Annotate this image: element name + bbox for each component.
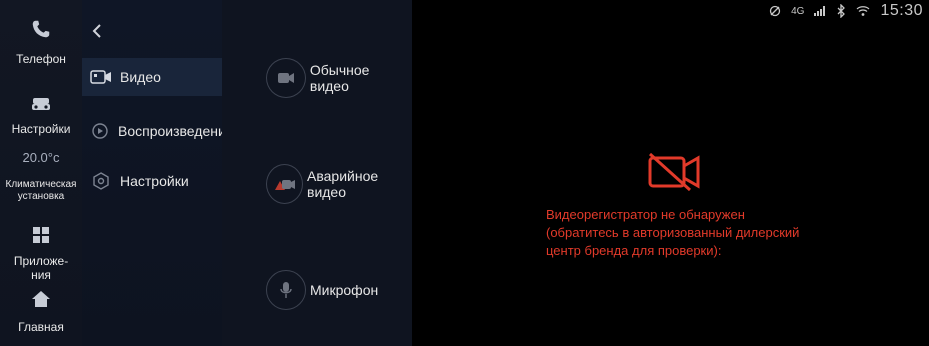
cellular-signal-icon xyxy=(814,6,826,16)
mode-label: Микрофон xyxy=(310,282,379,298)
clock: 15:30 xyxy=(880,2,923,19)
status-bar: 4G 15:30 xyxy=(769,2,923,20)
dashcam-menu: Видео Воспроизведение Настройки xyxy=(82,0,234,346)
mode-label: Аварийное видео xyxy=(307,168,379,200)
back-chevron-icon[interactable] xyxy=(88,22,106,40)
menu-item-label: Видео xyxy=(120,69,161,85)
recording-modes: Обычное видео Аварийное видео Микрофон xyxy=(222,0,412,346)
climate-shortcut[interactable]: 20.0°c Климатическая установка xyxy=(0,150,82,203)
home-icon xyxy=(32,291,50,307)
error-line-3: центр бренда для проверки): xyxy=(546,243,722,258)
mode-emergency-video[interactable]: Аварийное видео xyxy=(266,164,412,204)
apps-label-line2: ния xyxy=(31,268,51,282)
settings-shortcut[interactable]: Настройки xyxy=(0,92,82,136)
menu-item-label: Настройки xyxy=(120,173,189,189)
menu-item-playback[interactable]: Воспроизведение xyxy=(82,112,234,150)
home-label: Главная xyxy=(18,320,64,334)
climate-label-line1: Климатическая xyxy=(5,179,77,190)
playback-icon xyxy=(90,122,110,140)
apps-shortcut[interactable]: Приложе- ния xyxy=(0,226,82,282)
error-line-2: (обратитесь в авторизованный дилерский xyxy=(546,225,800,240)
camera-off-icon xyxy=(648,152,700,192)
temperature-value: 20.0°c xyxy=(22,150,60,165)
apps-grid-icon xyxy=(33,227,49,243)
error-line-1: Видеорегистратор не обнаружен xyxy=(546,207,745,222)
video-preview-area: 4G 15:30 Видеорегистратор не обнаружен (… xyxy=(412,0,929,346)
error-message: Видеорегистратор не обнаружен (обратитес… xyxy=(546,206,846,260)
video-camera-icon xyxy=(90,68,112,86)
signal-hidden-icon xyxy=(769,5,781,17)
mode-label: Обычное видео xyxy=(309,62,370,94)
apps-label-line1: Приложе- xyxy=(13,254,69,268)
menu-item-video[interactable]: Видео xyxy=(82,58,222,96)
mode-microphone[interactable]: Микрофон xyxy=(266,270,378,310)
mode-normal-video[interactable]: Обычное видео xyxy=(266,58,412,98)
left-rail: Телефон Настройки 20.0°c Климатическая у… xyxy=(0,0,82,346)
climate-label-line2: установка xyxy=(17,191,65,202)
wifi-icon xyxy=(857,6,870,16)
phone-icon xyxy=(32,20,50,38)
settings-label: Настройки xyxy=(11,122,71,136)
microphone-icon xyxy=(266,270,306,310)
gear-icon xyxy=(90,172,112,190)
phone-shortcut[interactable]: Телефон xyxy=(0,18,82,66)
emergency-video-icon xyxy=(266,164,303,204)
car-icon xyxy=(32,98,50,110)
network-type: 4G xyxy=(791,5,805,17)
phone-label: Телефон xyxy=(16,52,66,66)
home-shortcut[interactable]: Главная xyxy=(0,290,82,334)
menu-item-label: Воспроизведение xyxy=(118,123,234,139)
normal-video-icon xyxy=(266,58,306,98)
bluetooth-icon xyxy=(837,4,846,18)
menu-item-settings[interactable]: Настройки xyxy=(82,162,222,200)
